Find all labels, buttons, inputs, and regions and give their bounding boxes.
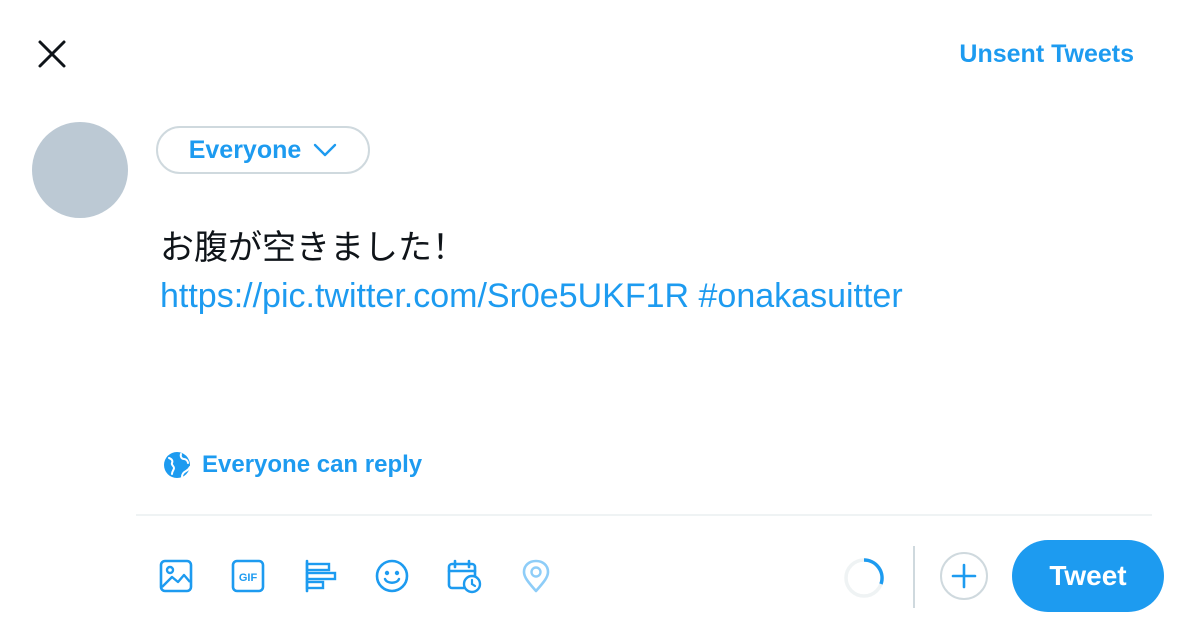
add-tweet-button[interactable] xyxy=(940,552,988,600)
emoji-icon xyxy=(375,559,409,593)
chevron-down-icon xyxy=(314,143,337,157)
character-count-progress xyxy=(842,556,886,600)
media-button[interactable] xyxy=(152,552,200,600)
tweet-text-area[interactable]: お腹が空きました！ https://pic.twitter.com/Sr0e5U… xyxy=(160,224,1140,320)
image-icon xyxy=(159,559,193,593)
schedule-button[interactable] xyxy=(440,552,488,600)
schedule-icon xyxy=(447,559,482,594)
audience-label: Everyone xyxy=(188,135,302,164)
gif-icon: GIF xyxy=(231,559,265,593)
tweet-link-hashtag: https://pic.twitter.com/Sr0e5UKF1R #onak… xyxy=(160,277,903,315)
tweet-text-line: お腹が空きました！ xyxy=(160,228,466,268)
close-icon xyxy=(38,40,66,68)
globe-icon xyxy=(164,452,191,478)
gif-button[interactable]: GIF xyxy=(224,552,272,600)
poll-icon xyxy=(305,559,337,593)
close-button[interactable] xyxy=(30,32,74,76)
unsent-tweets-link[interactable]: Unsent Tweets xyxy=(959,40,1134,69)
divider xyxy=(136,514,1152,516)
plus-icon xyxy=(951,563,977,589)
compose-tweet-dialog: Unsent Tweets Everyone お腹が空きました！ https:/… xyxy=(0,0,1200,628)
audience-selector[interactable]: Everyone xyxy=(156,126,370,174)
location-icon xyxy=(522,559,550,593)
toolbar-separator xyxy=(913,546,915,608)
emoji-button[interactable] xyxy=(368,552,416,600)
reply-setting-label: Everyone can reply xyxy=(202,451,423,478)
tweet-button[interactable]: Tweet xyxy=(1012,540,1164,612)
avatar[interactable] xyxy=(32,122,128,218)
location-button[interactable] xyxy=(512,552,560,600)
reply-setting-button[interactable]: Everyone can reply xyxy=(162,450,422,480)
svg-text:GIF: GIF xyxy=(239,572,258,584)
poll-button[interactable] xyxy=(296,552,344,600)
